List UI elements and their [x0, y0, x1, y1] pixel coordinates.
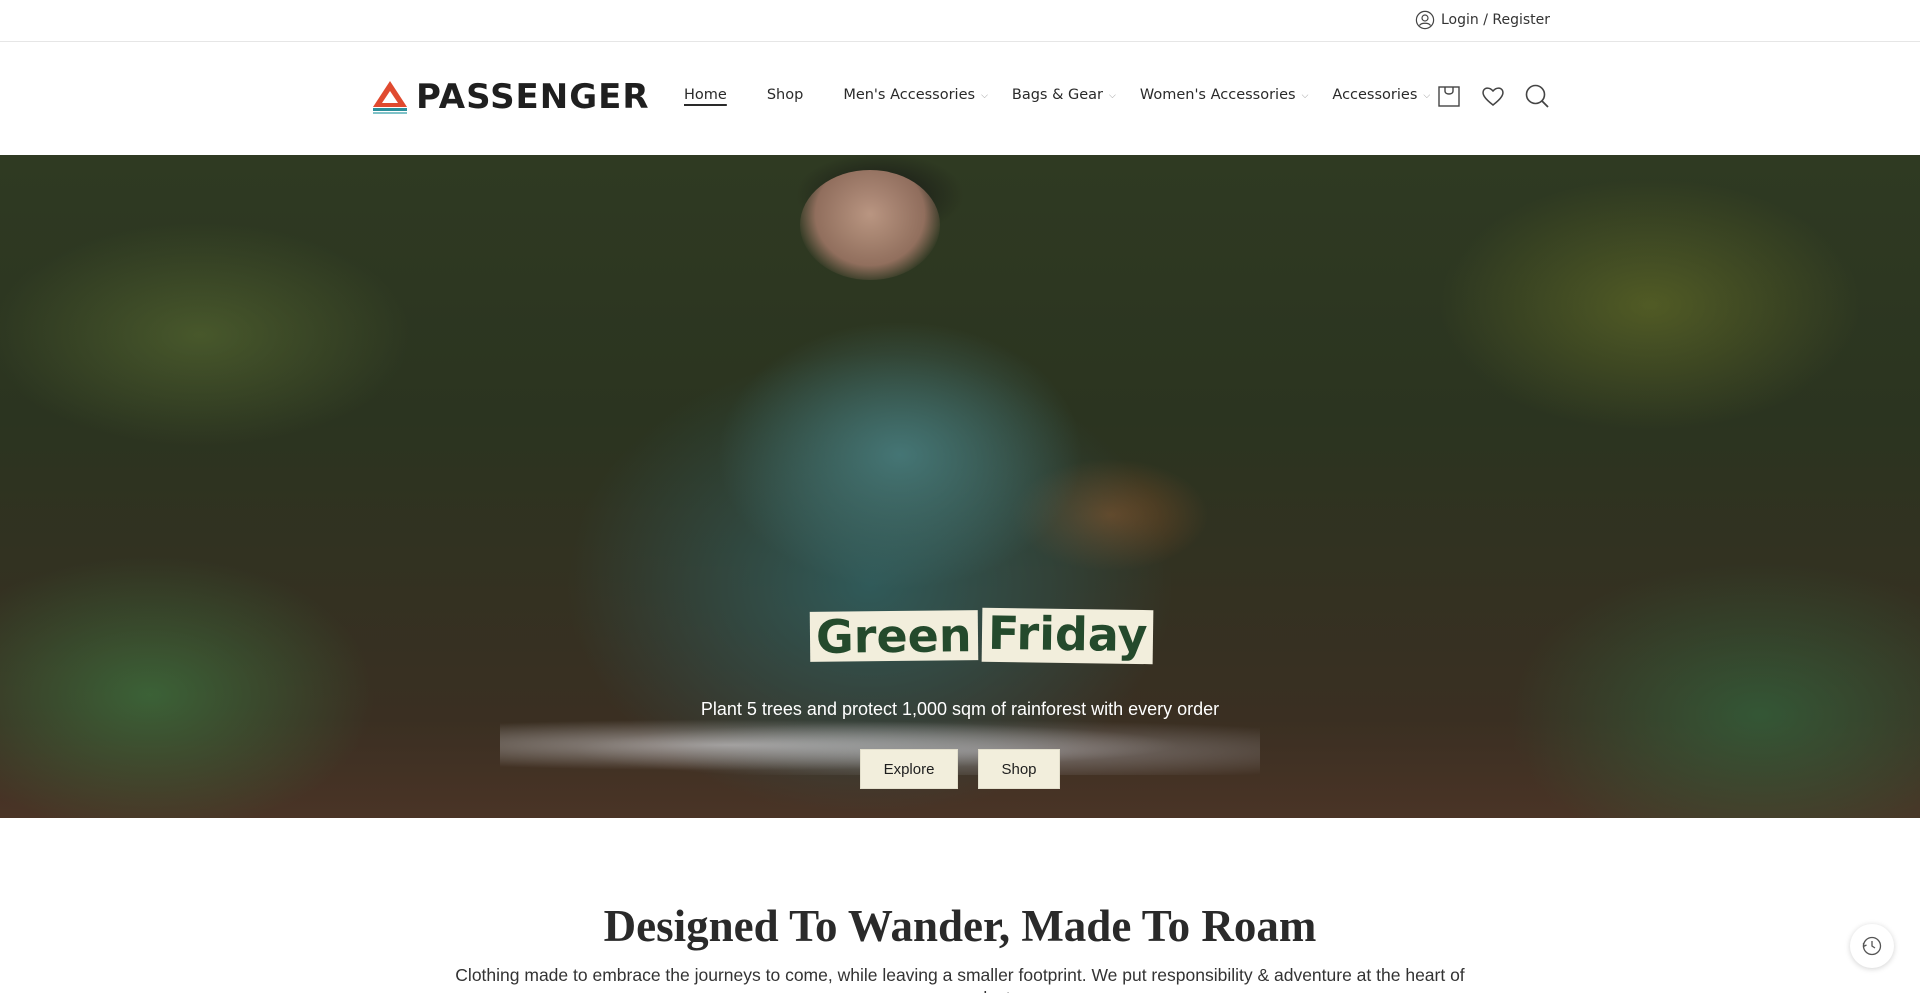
recently-viewed-button[interactable]	[1850, 924, 1894, 968]
brand-name: PASSENGER	[416, 77, 650, 117]
search-icon[interactable]	[1524, 83, 1550, 109]
hero-buttons: Explore Shop	[860, 749, 1060, 789]
brand-logo[interactable]: PASSENGER	[370, 79, 650, 115]
header-icons	[1436, 83, 1550, 109]
hero-content: Green Friday Plant 5 trees and protect 1…	[0, 155, 1920, 818]
nav-item-shop[interactable]: Shop	[767, 87, 803, 103]
cart-icon[interactable]	[1436, 83, 1462, 109]
mountain-logo-icon	[373, 81, 407, 114]
hero-headline: Green Friday	[809, 606, 1154, 665]
hero-banner: Green Friday Plant 5 trees and protect 1…	[0, 155, 1920, 818]
user-icon	[1415, 10, 1435, 30]
nav-item-home[interactable]: Home	[684, 87, 727, 103]
heart-icon[interactable]	[1480, 83, 1506, 109]
shop-button[interactable]: Shop	[978, 749, 1060, 789]
section-title: Designed To Wander, Made To Roam	[603, 901, 1317, 951]
nav-item-accessories[interactable]: Accessories ⌵	[1332, 87, 1430, 103]
nav-label: Bags & Gear	[1011, 87, 1104, 103]
history-icon	[1862, 936, 1882, 956]
chevron-down-icon: ⌵	[1301, 91, 1309, 101]
nav-label: Women's Accessories	[1139, 87, 1296, 103]
main-nav: Home Shop Men's Accessories ⌵ Bags & Gea…	[684, 87, 1430, 103]
chevron-down-icon: ⌵	[981, 91, 988, 101]
nav-label: Men's Accessories	[843, 87, 976, 103]
section-description: Clothing made to embrace the journeys to…	[455, 965, 1465, 993]
top-utility-bar: Login / Register	[0, 0, 1920, 42]
hero-headline-word: Green	[809, 608, 978, 664]
nav-item-womens-accessories[interactable]: Women's Accessories ⌵	[1140, 87, 1309, 103]
explore-button[interactable]: Explore	[860, 749, 958, 789]
hero-subtitle: Plant 5 trees and protect 1,000 sqm of r…	[700, 699, 1220, 719]
nav-label: Accessories	[1332, 87, 1418, 103]
hero-headline-word: Friday	[981, 606, 1154, 665]
login-register-link[interactable]: Login / Register	[1415, 10, 1550, 30]
site-header: PASSENGER Home Shop Men's Accessories ⌵ …	[0, 43, 1920, 155]
login-register-label: Login / Register	[1440, 12, 1550, 28]
nav-label: Shop	[766, 87, 804, 103]
nav-label: Home	[684, 87, 727, 103]
nav-item-bags-gear[interactable]: Bags & Gear ⌵	[1012, 87, 1116, 103]
nav-item-mens-accessories[interactable]: Men's Accessories ⌵	[843, 87, 988, 103]
chevron-down-icon: ⌵	[1423, 91, 1431, 101]
chevron-down-icon: ⌵	[1109, 91, 1116, 101]
